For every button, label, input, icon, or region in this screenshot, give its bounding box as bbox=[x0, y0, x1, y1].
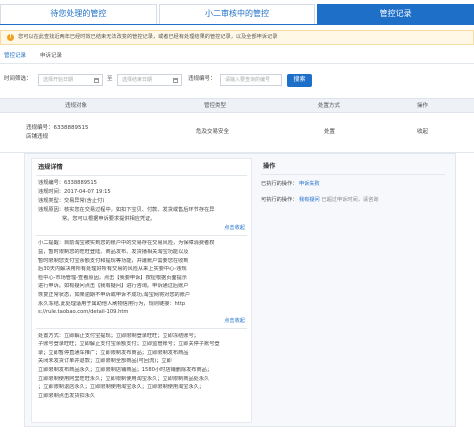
collapse-link[interactable]: 收起 bbox=[417, 129, 428, 136]
measures-line: 录；立即暂停直通车推广；立即限制发布商品；立即限制发布商品 bbox=[38, 349, 189, 356]
executed-operation: 已执行的操作： 申诉失败 bbox=[257, 181, 449, 197]
measures-line: 子账号登录旺旺；立即解止支付宝余额支付；立即监管账号；立即关停子账号登 bbox=[38, 341, 220, 348]
question-link[interactable]: 我有疑问 bbox=[299, 197, 320, 203]
detail-field: 违规时间：2017-04-07 19:15 bbox=[38, 189, 111, 196]
tips-line: 小二提醒：目前淘宝被实到您的账户中的交易存在交易风险，为保障消费者权 bbox=[38, 240, 215, 247]
tips-line: 进行申诉。如有疑问点击【我有疑问】进行咨询。申诉通过后账户 bbox=[38, 283, 189, 290]
tips-paragraph: 小二提醒：目前淘宝被实到您的账户中的交易存在交易风险，为保障消费者权 益，暂时限… bbox=[32, 240, 251, 317]
measures-line: 立即限制点击发货扣永久 bbox=[38, 392, 96, 399]
violation-id-cell: 违规编号：6338889515 bbox=[26, 125, 89, 131]
violation-detail: 违规详情 违规编号：6338889515 违规时间：2017-04-07 19:… bbox=[31, 158, 252, 423]
detail-panel: 违规详情 违规编号：6338889515 违规时间：2017-04-07 19:… bbox=[24, 153, 456, 427]
violation-id-label: 违规编号： bbox=[188, 76, 216, 82]
filter-bar: 时间筛选： 选择开始日期 至 选择结束日期 违规编号： 请输入要查询的编号 搜索 bbox=[0, 74, 474, 87]
time-filter-label: 时间筛选： bbox=[4, 76, 32, 82]
tab-records[interactable]: 管控记录 bbox=[317, 4, 474, 24]
violation-id-placeholder: 请输入要查询的编号 bbox=[225, 76, 271, 83]
top-tabs: 待您处理的管控 小二审核中的管控 管控记录 bbox=[0, 4, 474, 25]
operations-panel: 操作 已执行的操作： 申诉失败 可执行的操作： 我有疑问 已超过申诉时间，请咨询 bbox=[257, 158, 449, 423]
calendar-icon bbox=[94, 78, 99, 83]
collapse-link[interactable]: 点击收起 bbox=[32, 225, 251, 235]
date-separator: 至 bbox=[107, 76, 113, 82]
violation-detail-title: 违规详情 bbox=[38, 164, 63, 171]
operations-title: 操作 bbox=[263, 163, 276, 170]
tips-line: 检中心-市场管理-查看原因，点击【我要申诉】按钮根据页面提示 bbox=[38, 274, 187, 281]
calendar-icon bbox=[173, 78, 178, 83]
start-date-placeholder: 选择开始日期 bbox=[43, 76, 74, 83]
disposal-cell: 处置 bbox=[324, 129, 336, 135]
measures-line: 立即限制发布商品永久；立即限制店铺商品；1580小时店铺删除发布商品； bbox=[38, 367, 213, 374]
tips-line: s://rule.taobao.com/detail-109.htm bbox=[38, 309, 129, 316]
collapse-link[interactable]: 点击收起 bbox=[32, 318, 251, 328]
measures-paragraph: 处置方式：立即解止支付宝提现；立即限制登录旺旺；立即冻结账号； 子账号登录旺旺；… bbox=[32, 333, 251, 402]
tips-line: 永久冻结,此处理适用于属助他人刷物信用行为，规则链接：http bbox=[38, 300, 186, 307]
column-header: 管控类型 bbox=[204, 103, 227, 109]
warning-icon: ! bbox=[7, 34, 14, 41]
tips-line: 恢复正常状态，如果逾期不申诉或申诉不成功,淘宝网将对您的账户 bbox=[38, 291, 191, 298]
executed-value[interactable]: 申诉失败 bbox=[299, 181, 320, 187]
column-header: 操作 bbox=[417, 103, 429, 109]
measures-line: ；立即限制退店永久；立即限制使用淘宝永久；立即限制使用淘宝永久； bbox=[38, 384, 205, 391]
measures-line: 立即限制使用阿里旺旺永久；立即限制使用淘宝永久；立即限制商品处永久 bbox=[38, 375, 210, 382]
measures-line: 关闭未发货订单并退款；立即限制全部商品(可回流)；立即 bbox=[38, 358, 172, 365]
tab-pending[interactable]: 待您处理的管控 bbox=[0, 4, 157, 24]
tips-line: 益，暂时限制您的旺旺登陆、商品发布、发货播相关淘宝功能以及 bbox=[38, 248, 189, 255]
detail-field: 违规类型：交易异常(含止付) bbox=[38, 198, 105, 205]
tips-line: 暂时限制您支付宝余额支付和提现等功能，并遭账户需要您在收到 bbox=[38, 257, 189, 264]
available-label: 可执行的操作： bbox=[261, 197, 298, 204]
notice-text: 您可以在此查找近两年已经时效已结束无法改变的管控记录，或者已经有处理结果的管控记… bbox=[18, 33, 278, 40]
executed-label: 已执行的操作： bbox=[261, 181, 298, 188]
violation-id-input[interactable]: 请输入要查询的编号 bbox=[220, 74, 282, 86]
table-header: 违规对象 管控类型 处置方式 操作 bbox=[0, 98, 474, 113]
available-operation: 可执行的操作： 我有疑问 已超过申诉时间，请咨询 bbox=[257, 197, 449, 213]
detail-field: 违规编号：6338889515 bbox=[38, 180, 97, 187]
column-header: 违规对象 bbox=[65, 103, 88, 109]
end-date-placeholder: 选择结束日期 bbox=[122, 76, 153, 83]
table-row: 违规编号：6338889515 店铺违规 危及交易安全 处置 收起 bbox=[0, 113, 474, 153]
violation-object-cell: 店铺违规 bbox=[26, 134, 49, 140]
column-header: 处置方式 bbox=[318, 103, 341, 109]
available-note: 已超过申诉时间，请咨询 bbox=[321, 197, 379, 204]
control-type-cell: 危及交易安全 bbox=[196, 129, 230, 135]
divider bbox=[0, 63, 474, 64]
start-date-input[interactable]: 选择开始日期 bbox=[38, 74, 103, 86]
detail-field: 违规原因：核实您在交易过程中，如扣下宝贝、付款、发货或售后环节存在异 bbox=[38, 207, 215, 214]
notice-banner: ! 您可以在此查找近两年已经时效已结束无法改变的管控记录，或者已经有处理结果的管… bbox=[0, 30, 474, 45]
tips-line: 后30天内解决用所有处理好所有交易的风险从来上实要中心-违规 bbox=[38, 266, 187, 273]
end-date-input[interactable]: 选择结束日期 bbox=[117, 74, 182, 86]
tab-reviewing[interactable]: 小二审核中的管控 bbox=[158, 4, 316, 24]
measures-line: 处置方式：立即解止支付宝提现；立即限制登录旺旺；立即冻结账号； bbox=[38, 332, 199, 339]
search-button[interactable]: 搜索 bbox=[287, 74, 312, 87]
detail-field: 常。您可以根据申诉要求提供相应凭证。 bbox=[62, 216, 156, 223]
